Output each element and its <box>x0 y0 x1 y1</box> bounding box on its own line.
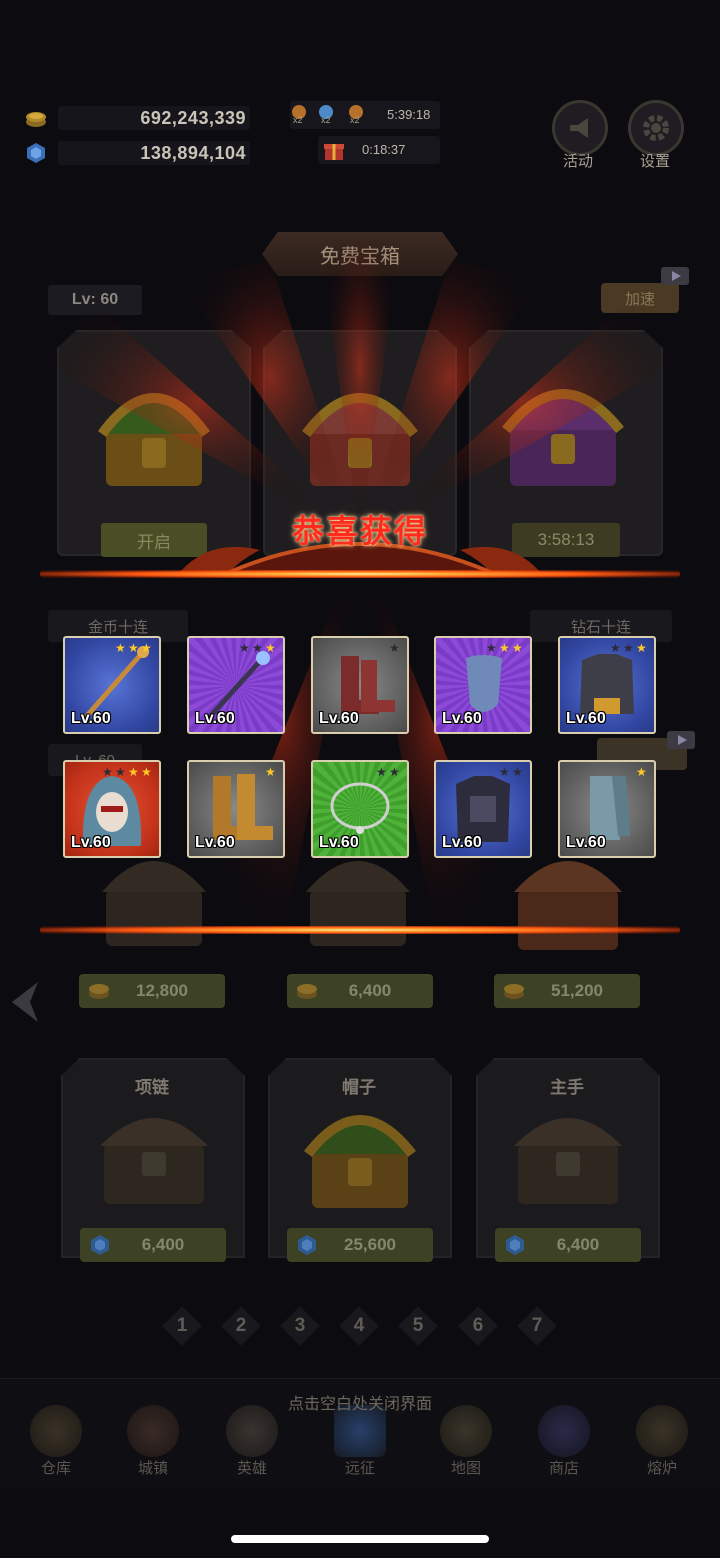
star-empty-icon: ★ <box>389 641 400 655</box>
necklace-item[interactable]: ★ ★ Lv.60 <box>311 760 409 858</box>
star-empty-icon: ★ <box>623 641 634 655</box>
star-empty-icon: ★ <box>239 641 250 655</box>
star-empty-icon: ★ <box>486 641 497 655</box>
star-rating: ★ <box>265 766 277 778</box>
star-empty-icon: ★ <box>102 765 113 779</box>
item-level: Lv.60 <box>442 710 482 727</box>
armor-item[interactable]: ★ ★ ★ Lv.60 <box>558 636 656 734</box>
scepter-item[interactable]: ★ ★ ★ Lv.60 <box>187 636 285 734</box>
boots-item[interactable]: ★ Lv.60 <box>311 636 409 734</box>
hood-mask-item[interactable]: ★ ★ ★ ★ Lv.60 <box>63 760 161 858</box>
item-level: Lv.60 <box>442 834 482 851</box>
star-filled-icon: ★ <box>128 765 139 779</box>
home-indicator[interactable] <box>231 1535 489 1543</box>
star-filled-icon: ★ <box>265 641 276 655</box>
item-level: Lv.60 <box>566 834 606 851</box>
bottom-glow-line <box>40 926 680 934</box>
shield-item[interactable]: ★ ★ ★ Lv.60 <box>434 636 532 734</box>
star-rating: ★ ★ ★ <box>610 642 648 654</box>
star-rating: ★ ★ <box>376 766 401 778</box>
item-level: Lv.60 <box>319 834 359 851</box>
star-rating: ★ ★ ★ ★ <box>102 766 153 778</box>
leather-boots-item[interactable]: ★ Lv.60 <box>187 760 285 858</box>
item-level: Lv.60 <box>71 834 111 851</box>
plate-armor-item[interactable]: ★ ★ Lv.60 <box>434 760 532 858</box>
star-filled-icon: ★ <box>141 641 152 655</box>
star-empty-icon: ★ <box>115 765 126 779</box>
star-empty-icon: ★ <box>376 765 387 779</box>
item-level: Lv.60 <box>566 710 606 727</box>
star-filled-icon: ★ <box>499 641 510 655</box>
star-filled-icon: ★ <box>636 765 647 779</box>
star-filled-icon: ★ <box>141 765 152 779</box>
star-empty-icon: ★ <box>610 641 621 655</box>
greaves-item[interactable]: ★ Lv.60 <box>558 760 656 858</box>
star-rating: ★ <box>636 766 648 778</box>
item-level: Lv.60 <box>319 710 359 727</box>
star-filled-icon: ★ <box>128 641 139 655</box>
star-filled-icon: ★ <box>512 641 523 655</box>
reward-title: 恭喜获得 <box>291 513 428 549</box>
item-level: Lv.60 <box>195 710 235 727</box>
star-rating: ★ ★ ★ <box>239 642 277 654</box>
top-glow-line <box>40 570 680 578</box>
star-empty-icon: ★ <box>252 641 263 655</box>
reward-popup-overlay[interactable]: 恭喜获得 ★ ★ ★ Lv.60 ★ ★ ★ Lv.60 ★ Lv.60 ★ ★ ★ Lv.60 ★ ★ ★ Lv… <box>0 0 720 1558</box>
close-hint[interactable]: 点击空白处关闭界面 <box>0 1390 720 1414</box>
star-empty-icon: ★ <box>389 765 400 779</box>
item-level: Lv.60 <box>195 834 235 851</box>
star-rating: ★ <box>389 642 401 654</box>
item-level: Lv.60 <box>71 710 111 727</box>
star-rating: ★ ★ <box>499 766 524 778</box>
star-rating: ★ ★ ★ <box>486 642 524 654</box>
staff-item[interactable]: ★ ★ ★ Lv.60 <box>63 636 161 734</box>
star-filled-icon: ★ <box>115 641 126 655</box>
star-rating: ★ ★ ★ <box>115 642 153 654</box>
star-empty-icon: ★ <box>499 765 510 779</box>
star-filled-icon: ★ <box>636 641 647 655</box>
star-filled-icon: ★ <box>265 765 276 779</box>
star-empty-icon: ★ <box>512 765 523 779</box>
